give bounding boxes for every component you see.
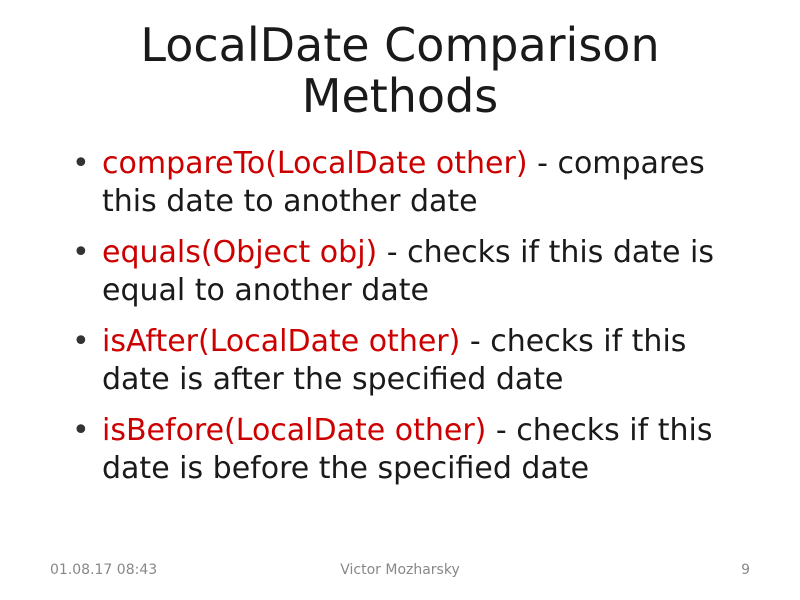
method-name: equals(Object obj) bbox=[102, 235, 377, 270]
footer-date: 01.08.17 08:43 bbox=[50, 562, 157, 578]
list-item: isBefore(LocalDate other) - checks if th… bbox=[80, 412, 750, 487]
slide: LocalDate Comparison Methods compareTo(L… bbox=[0, 0, 800, 600]
footer-author: Victor Mozharsky bbox=[340, 562, 460, 578]
method-name: isBefore(LocalDate other) bbox=[102, 413, 486, 448]
slide-title: LocalDate Comparison Methods bbox=[50, 20, 750, 121]
bullet-list: compareTo(LocalDate other) - compares th… bbox=[50, 145, 750, 501]
footer-page: 9 bbox=[741, 562, 750, 578]
list-item: equals(Object obj) - checks if this date… bbox=[80, 234, 750, 309]
method-name: compareTo(LocalDate other) bbox=[102, 146, 528, 181]
method-name: isAfter(LocalDate other) bbox=[102, 324, 460, 359]
list-item: isAfter(LocalDate other) - checks if thi… bbox=[80, 323, 750, 398]
slide-footer: 01.08.17 08:43 Victor Mozharsky 9 bbox=[0, 562, 800, 578]
list-item: compareTo(LocalDate other) - compares th… bbox=[80, 145, 750, 220]
